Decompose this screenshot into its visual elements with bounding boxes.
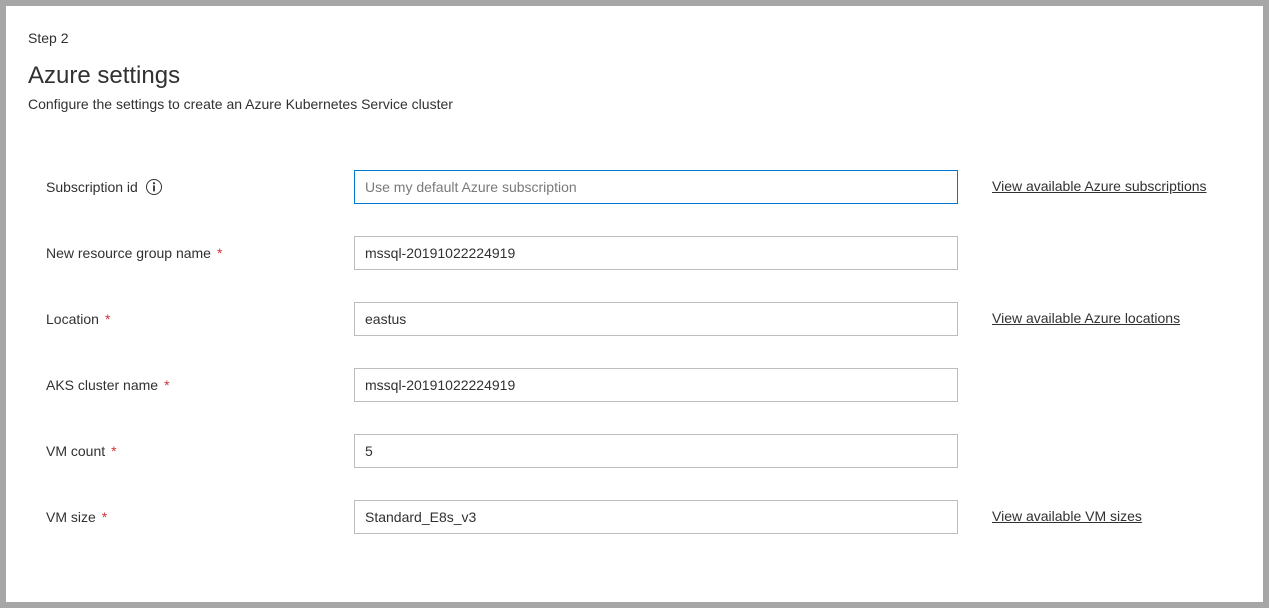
row-subscription-id: Subscription id View available Azure sub… — [46, 170, 1241, 204]
label-subscription-id: Subscription id — [46, 179, 354, 195]
step-label: Step 2 — [28, 30, 1241, 46]
link-view-locations[interactable]: View available Azure locations — [992, 310, 1180, 326]
required-asterisk: * — [164, 377, 169, 393]
required-asterisk: * — [217, 245, 222, 261]
row-vm-size: VM size * View available VM sizes — [46, 500, 1241, 534]
label-resource-group: New resource group name * — [46, 245, 354, 261]
window-frame: Step 2 Azure settings Configure the sett… — [0, 0, 1269, 608]
label-vm-count: VM count * — [46, 443, 354, 459]
row-resource-group: New resource group name * — [46, 236, 1241, 270]
label-text: Location — [46, 311, 99, 327]
label-aks-cluster: AKS cluster name * — [46, 377, 354, 393]
location-input[interactable] — [354, 302, 958, 336]
link-view-subscriptions[interactable]: View available Azure subscriptions — [992, 178, 1207, 194]
aks-cluster-input[interactable] — [354, 368, 958, 402]
required-asterisk: * — [111, 443, 116, 459]
label-text: VM count — [46, 443, 105, 459]
label-vm-size: VM size * — [46, 509, 354, 525]
vm-count-input[interactable] — [354, 434, 958, 468]
row-location: Location * View available Azure location… — [46, 302, 1241, 336]
resource-group-input[interactable] — [354, 236, 958, 270]
label-text: AKS cluster name — [46, 377, 158, 393]
row-aks-cluster: AKS cluster name * — [46, 368, 1241, 402]
label-text: VM size — [46, 509, 96, 525]
page-subtitle: Configure the settings to create an Azur… — [28, 96, 1241, 112]
form-rows: Subscription id View available Azure sub… — [28, 170, 1241, 534]
required-asterisk: * — [105, 311, 110, 327]
required-asterisk: * — [102, 509, 107, 525]
label-location: Location * — [46, 311, 354, 327]
info-icon[interactable] — [146, 179, 162, 195]
link-view-vm-sizes[interactable]: View available VM sizes — [992, 508, 1142, 524]
label-text: Subscription id — [46, 179, 138, 195]
azure-settings-panel: Step 2 Azure settings Configure the sett… — [6, 6, 1263, 602]
vm-size-input[interactable] — [354, 500, 958, 534]
page-title: Azure settings — [28, 62, 1241, 90]
subscription-id-input[interactable] — [354, 170, 958, 204]
label-text: New resource group name — [46, 245, 211, 261]
row-vm-count: VM count * — [46, 434, 1241, 468]
